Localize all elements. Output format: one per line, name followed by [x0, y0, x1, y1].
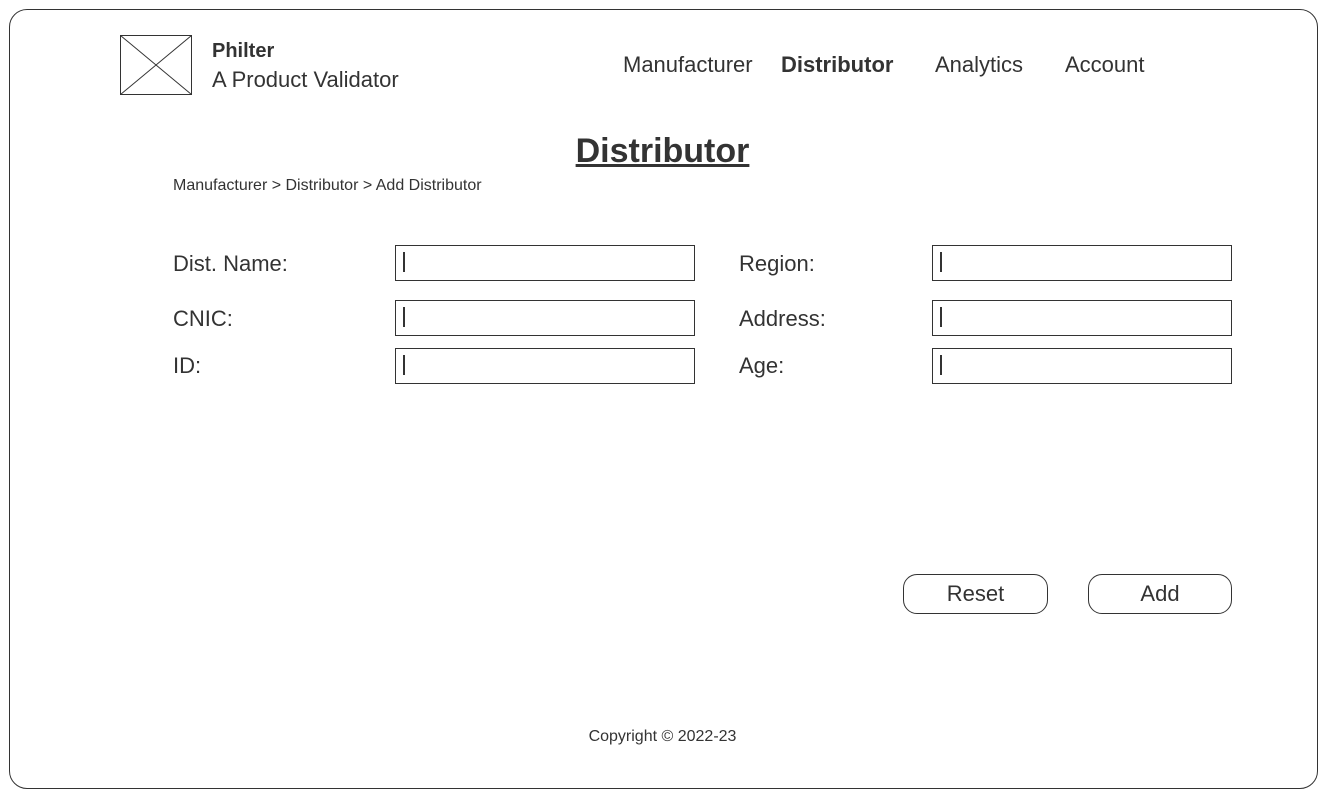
- cnic-input[interactable]: [395, 300, 695, 336]
- id-input[interactable]: [395, 348, 695, 384]
- page-title: Distributor: [575, 132, 750, 170]
- nav-item-analytics[interactable]: Analytics: [935, 52, 1023, 78]
- reset-button[interactable]: Reset: [903, 574, 1048, 614]
- nav-item-distributor[interactable]: Distributor: [781, 52, 893, 78]
- nav-item-manufacturer[interactable]: Manufacturer: [623, 52, 753, 78]
- text-caret: [403, 252, 405, 272]
- text-caret: [403, 307, 405, 327]
- window-frame: [9, 9, 1318, 789]
- address-label: Address:: [739, 306, 826, 331]
- text-caret: [940, 307, 942, 327]
- text-caret: [940, 355, 942, 375]
- footer-copyright: Copyright © 2022-23: [588, 728, 737, 745]
- age-label: Age:: [739, 353, 785, 378]
- address-input[interactable]: [932, 300, 1232, 336]
- brand-tagline: A Product Validator: [212, 67, 399, 92]
- nav-item-account[interactable]: Account: [1065, 52, 1145, 78]
- region-input[interactable]: [932, 245, 1232, 281]
- age-input[interactable]: [932, 348, 1232, 384]
- add-button[interactable]: Add: [1088, 574, 1232, 614]
- dist-name-label: Dist. Name:: [173, 251, 288, 276]
- text-caret: [403, 355, 405, 375]
- breadcrumb: Manufacturer > Distributor > Add Distrib…: [173, 177, 482, 194]
- id-label: ID:: [173, 353, 202, 378]
- brand-name: Philter: [212, 40, 275, 62]
- dist-name-input[interactable]: [395, 245, 695, 281]
- image-placeholder-icon: [120, 35, 192, 95]
- region-label: Region:: [739, 251, 815, 276]
- cnic-label: CNIC:: [173, 306, 233, 331]
- text-caret: [940, 252, 942, 272]
